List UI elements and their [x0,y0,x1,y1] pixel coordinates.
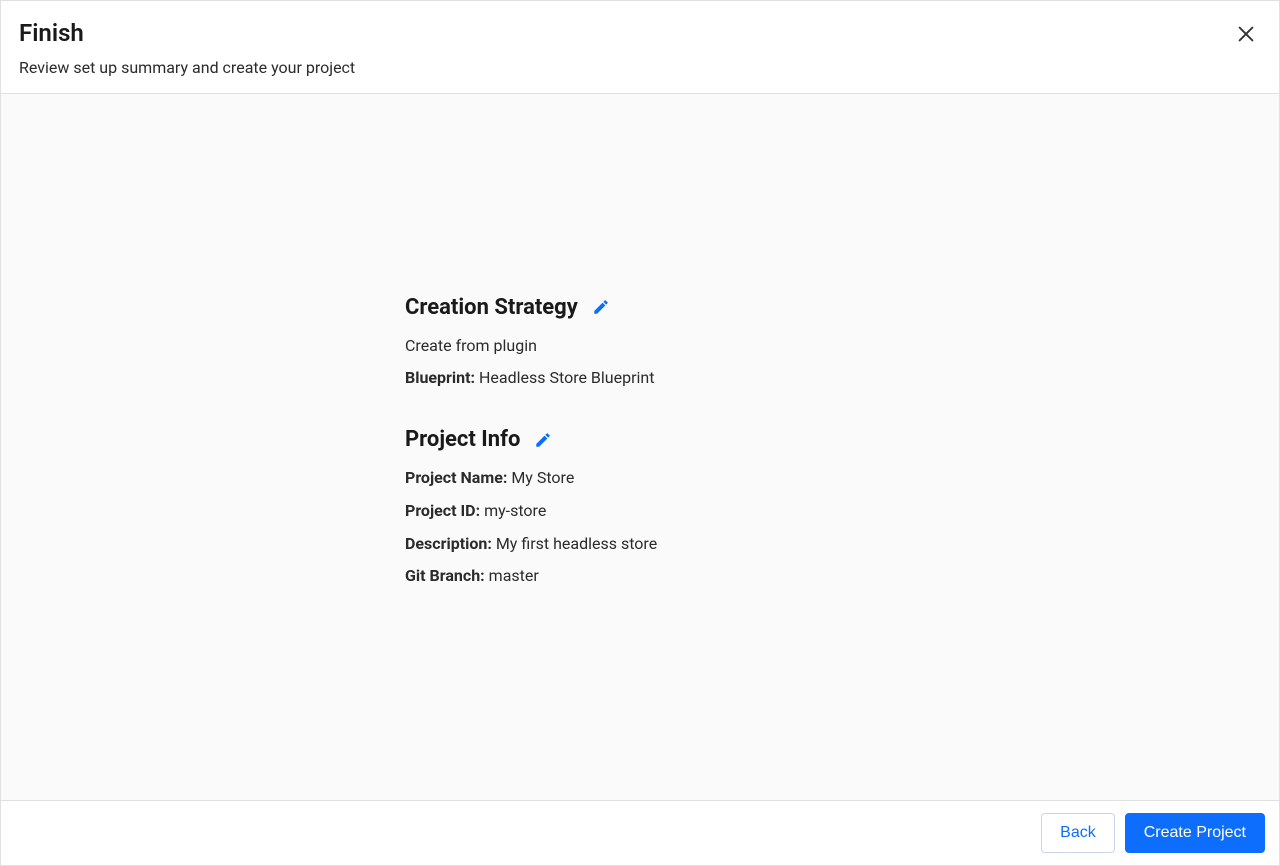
project-id-value: my-store [484,501,546,520]
edit-project-info-button[interactable] [532,429,554,451]
project-id-row: Project ID: my-store [405,499,875,524]
edit-creation-strategy-button[interactable] [590,296,612,318]
git-branch-row: Git Branch: master [405,564,875,589]
project-id-label: Project ID: [405,501,480,520]
summary-panel: Creation Strategy Create from plugin Blu… [405,295,875,590]
blueprint-row: Blueprint: Headless Store Blueprint [405,366,875,391]
page-subtitle: Review set up summary and create your pr… [19,58,355,77]
project-info-section: Project Info Project Name: My Store Proj… [405,427,875,589]
pencil-icon [592,298,610,316]
project-info-heading: Project Info [405,427,875,452]
git-branch-label: Git Branch: [405,566,485,585]
header-texts: Finish Review set up summary and create … [19,19,355,77]
description-value: My first headless store [496,534,657,553]
pencil-icon [534,431,552,449]
description-row: Description: My first headless store [405,532,875,557]
creation-strategy-heading: Creation Strategy [405,295,875,320]
project-name-label: Project Name: [405,468,507,487]
project-name-value: My Store [511,468,574,487]
git-branch-value: master [489,566,539,585]
page-title: Finish [19,19,355,48]
close-button[interactable] [1231,19,1261,49]
blueprint-label: Blueprint: [405,368,475,387]
back-button[interactable]: Back [1041,813,1115,853]
project-name-row: Project Name: My Store [405,466,875,491]
creation-strategy-section: Creation Strategy Create from plugin Blu… [405,295,875,392]
blueprint-value: Headless Store Blueprint [479,368,654,387]
dialog-header: Finish Review set up summary and create … [1,1,1279,94]
creation-source-row: Create from plugin [405,334,875,359]
creation-strategy-title: Creation Strategy [405,295,578,320]
create-project-button[interactable]: Create Project [1125,813,1265,853]
description-label: Description: [405,534,492,553]
creation-source-value: Create from plugin [405,336,537,355]
dialog-footer: Back Create Project [1,800,1279,865]
project-info-title: Project Info [405,427,520,452]
close-icon [1235,23,1257,45]
finish-dialog: Finish Review set up summary and create … [0,0,1280,866]
dialog-content: Creation Strategy Create from plugin Blu… [1,94,1279,800]
